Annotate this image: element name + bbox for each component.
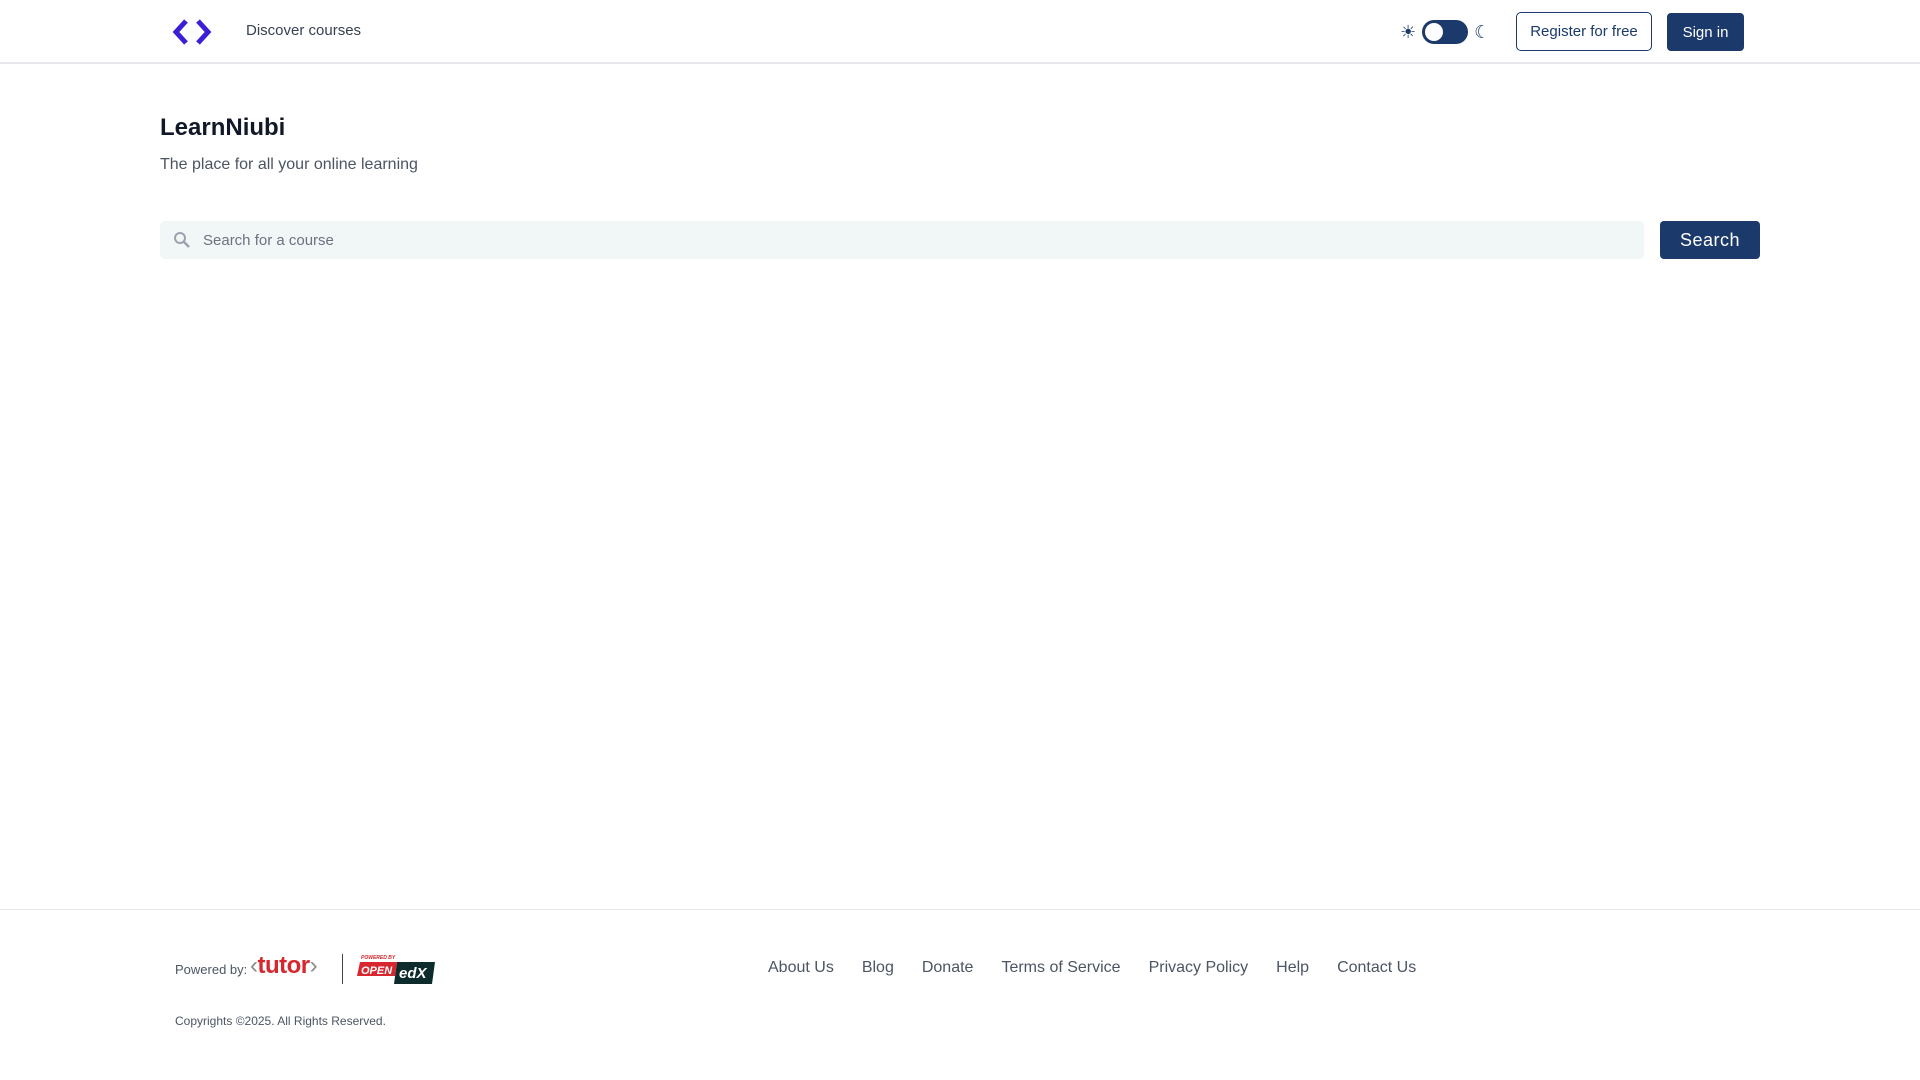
theme-toggle[interactable] <box>1422 20 1469 44</box>
openedx-logo[interactable]: POWERED BY OPEN edX <box>357 954 437 984</box>
page-subtitle: The place for all your online learning <box>160 156 418 173</box>
footer-link-donate[interactable]: Donate <box>922 959 974 977</box>
page-title: LearnNiubi <box>160 114 286 141</box>
svg-text:OPEN: OPEN <box>361 965 393 977</box>
powered-by-label: Powered by: <box>175 962 248 977</box>
footer-link-terms[interactable]: Terms of Service <box>1001 959 1120 977</box>
site-logo-icon[interactable] <box>172 18 212 46</box>
sign-in-button[interactable]: Sign in <box>1667 13 1744 51</box>
theme-switcher: ☀ ☾ <box>1400 20 1490 44</box>
footer-link-help[interactable]: Help <box>1276 959 1309 977</box>
tutor-logo[interactable]: ‹tutor› <box>250 952 318 980</box>
search-input[interactable] <box>203 231 1644 249</box>
toggle-knob <box>1425 23 1444 41</box>
moon-icon: ☾ <box>1474 21 1491 42</box>
svg-text:POWERED BY: POWERED BY <box>361 955 396 961</box>
search-button[interactable]: Search <box>1660 221 1760 259</box>
footer-links: About Us Blog Donate Terms of Service Pr… <box>768 959 1416 977</box>
logo-divider <box>342 954 343 984</box>
footer-link-privacy[interactable]: Privacy Policy <box>1149 959 1249 977</box>
sun-icon: ☀ <box>1400 21 1417 42</box>
site-footer: Powered by: ‹tutor› POWERED BY OPEN edX … <box>0 909 1920 1080</box>
site-header: Discover courses ☀ ☾ Register for free S… <box>0 0 1920 64</box>
register-button[interactable]: Register for free <box>1516 12 1652 51</box>
svg-text:edX: edX <box>399 965 428 982</box>
search-bar <box>160 221 1644 259</box>
search-icon <box>174 232 190 248</box>
discover-courses-link[interactable]: Discover courses <box>246 22 361 39</box>
footer-link-about[interactable]: About Us <box>768 959 834 977</box>
copyright-text: Copyrights ©2025. All Rights Reserved. <box>175 1014 386 1028</box>
footer-link-contact[interactable]: Contact Us <box>1337 959 1416 977</box>
footer-link-blog[interactable]: Blog <box>862 959 894 977</box>
